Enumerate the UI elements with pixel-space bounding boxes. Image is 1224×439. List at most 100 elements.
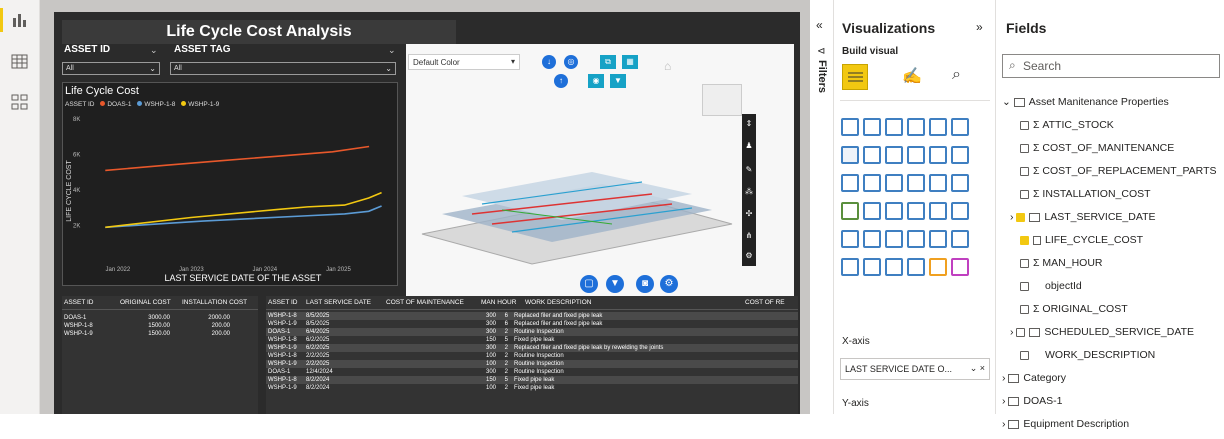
visual-type-icon[interactable] <box>951 258 969 276</box>
asset-tag-slicer[interactable]: All ⌄ <box>170 62 396 75</box>
visual-type-icon[interactable] <box>907 202 925 220</box>
visual-type-icon[interactable] <box>929 146 947 164</box>
fields-search-input[interactable]: ⌕ Search <box>1002 54 1220 78</box>
table-row[interactable]: DOAS-1 3000.00 2000.00 <box>62 314 258 322</box>
visual-type-icon[interactable] <box>841 230 859 248</box>
collapse-right-icon[interactable]: » <box>976 20 983 34</box>
table-row[interactable]: WSHP-1-8 2/2/2025 100 2 Routine Inspection <box>266 352 798 360</box>
life-cycle-cost-chart[interactable]: Life Cycle Cost ASSET ID DOAS-1 WSHP-1-8… <box>62 82 398 286</box>
settings-icon[interactable]: ⚙ <box>745 252 753 260</box>
visual-type-icon[interactable] <box>951 118 969 136</box>
info-icon[interactable]: ↓ <box>542 55 556 69</box>
field-checkbox[interactable] <box>1020 258 1029 268</box>
field-checkbox[interactable] <box>1020 143 1029 153</box>
visual-type-icon[interactable] <box>885 230 903 248</box>
table-view-icon[interactable] <box>11 54 29 70</box>
column-header[interactable]: COST OF RE <box>745 296 791 310</box>
filter-icon[interactable]: ▼ <box>610 74 626 88</box>
analytics-icon[interactable]: ⌕ <box>952 66 961 84</box>
visual-type-icon[interactable] <box>863 202 881 220</box>
column-header[interactable]: INSTALLATION COST <box>182 296 252 310</box>
visual-type-icon[interactable] <box>841 118 859 136</box>
select-box-icon[interactable]: ▢ <box>580 275 598 293</box>
visual-type-icon[interactable] <box>907 230 925 248</box>
field-item[interactable]: › LAST_SERVICE_DATE <box>1002 209 1222 232</box>
table-row[interactable]: WSHP-1-9 6/2/2025 300 2 Replaced filer and f… <box>266 344 798 352</box>
visual-type-icon[interactable] <box>885 202 903 220</box>
field-item[interactable]: Σ COST_OF_REPLACEMENT_PARTS <box>1002 163 1222 186</box>
field-checkbox[interactable] <box>1020 189 1029 199</box>
field-checkbox[interactable] <box>1020 281 1029 291</box>
table-row[interactable]: WSHP-1-8 8/2/2024 150 5 Fixed pipe leak <box>266 376 798 384</box>
visual-type-icon[interactable] <box>885 174 903 192</box>
settings-gear-icon[interactable]: ⚙ <box>660 275 678 293</box>
visual-type-icon[interactable] <box>841 174 859 192</box>
visual-type-icon[interactable] <box>929 258 947 276</box>
field-item[interactable]: › DOAS-1 <box>1002 393 1222 416</box>
asset-id-collapse-icon[interactable]: ⌄ <box>150 45 158 56</box>
visual-type-icon[interactable] <box>929 118 947 136</box>
field-item[interactable]: Σ INSTALLATION_COST <box>1002 186 1222 209</box>
asset-id-slicer[interactable]: All ⌄ <box>62 62 160 75</box>
field-checkbox[interactable] <box>1020 166 1029 176</box>
visual-type-icon[interactable] <box>951 174 969 192</box>
visual-type-icon[interactable] <box>863 174 881 192</box>
section-icon[interactable]: ⁂ <box>745 188 753 196</box>
hierarchy-icon[interactable]: ⋔ <box>745 232 753 240</box>
grid-icon[interactable]: ▦ <box>622 55 638 69</box>
table-row[interactable]: WSHP-1-8 6/2/2025 150 5 Fixed pipe leak <box>266 336 798 344</box>
table-row[interactable]: DOAS-1 6/4/2025 300 2 Routine Inspection <box>266 328 798 336</box>
table-row[interactable]: WSHP-1-8 1500.00 200.00 <box>62 322 258 330</box>
collapse-left-icon[interactable]: « <box>816 18 823 32</box>
table-row[interactable]: DOAS-1 12/4/2024 300 2 Routine Inspection <box>266 368 798 376</box>
visual-type-icon[interactable] <box>863 146 881 164</box>
field-item[interactable]: Σ MAN_HOUR <box>1002 255 1222 278</box>
visual-type-icon[interactable] <box>929 174 947 192</box>
column-header[interactable]: MAN HOUR <box>481 296 525 310</box>
table-row[interactable]: WSHP-1-9 8/2/2024 100 2 Fixed pipe leak <box>266 384 798 392</box>
visual-type-icon[interactable] <box>841 146 859 164</box>
table-row[interactable]: WSHP-1-9 8/5/2025 300 6 Replaced filer and f… <box>266 320 798 328</box>
asset-tag-collapse-icon[interactable]: ⌄ <box>388 45 396 56</box>
build-visual-tab[interactable] <box>842 64 868 90</box>
visual-type-icon[interactable] <box>951 202 969 220</box>
column-header[interactable]: ORIGINAL COST <box>120 296 182 310</box>
column-header[interactable]: ASSET ID <box>266 296 306 310</box>
field-checkbox[interactable] <box>1020 304 1029 314</box>
field-checkbox[interactable] <box>1020 235 1029 245</box>
visual-type-icon[interactable] <box>951 146 969 164</box>
walk-icon[interactable]: ♟ <box>745 142 753 150</box>
field-item[interactable]: › Equipment Description <box>1002 416 1222 439</box>
visual-type-icon[interactable] <box>907 258 925 276</box>
visual-type-icon[interactable] <box>907 118 925 136</box>
visual-type-icon[interactable] <box>863 258 881 276</box>
column-header[interactable]: ASSET ID <box>62 296 120 310</box>
visual-type-icon[interactable] <box>885 118 903 136</box>
visual-type-icon[interactable] <box>885 258 903 276</box>
view-cube-icon[interactable] <box>702 84 742 116</box>
visual-type-icon[interactable] <box>863 118 881 136</box>
table-row[interactable]: WSHP-1-9 2/2/2025 100 2 Routine Inspection <box>266 360 798 368</box>
field-checkbox[interactable] <box>1020 350 1029 360</box>
explode-icon[interactable]: ✣ <box>745 210 753 218</box>
home-icon[interactable]: ⌂ <box>664 59 671 73</box>
table-row[interactable]: WSHP-1-8 8/5/2025 300 6 Replaced filer and f… <box>266 312 798 320</box>
target-icon[interactable]: ◎ <box>564 55 578 69</box>
visual-type-icon[interactable] <box>841 202 859 220</box>
field-checkbox[interactable] <box>1016 327 1026 337</box>
camera-icon[interactable]: ◙ <box>636 275 654 293</box>
measure-icon[interactable]: ⇕ <box>745 120 753 128</box>
column-header[interactable]: LAST SERVICE DATE <box>306 296 386 310</box>
visual-type-icon[interactable] <box>929 230 947 248</box>
field-checkbox[interactable] <box>1020 120 1029 130</box>
visual-type-icon[interactable] <box>907 146 925 164</box>
column-header[interactable]: WORK DESCRIPTION <box>525 296 745 310</box>
visual-type-icon[interactable] <box>885 146 903 164</box>
x-axis-field-well[interactable]: LAST SERVICE DATE O... ⌄ × <box>840 358 990 380</box>
visual-type-icon[interactable] <box>863 230 881 248</box>
field-item[interactable]: Σ ATTIC_STOCK <box>1002 117 1222 140</box>
field-item[interactable]: Σ COST_OF_MANITENANCE <box>1002 140 1222 163</box>
format-visual-icon[interactable]: ✍ <box>902 66 922 86</box>
visual-type-icon[interactable] <box>841 258 859 276</box>
visual-type-icon[interactable] <box>951 230 969 248</box>
